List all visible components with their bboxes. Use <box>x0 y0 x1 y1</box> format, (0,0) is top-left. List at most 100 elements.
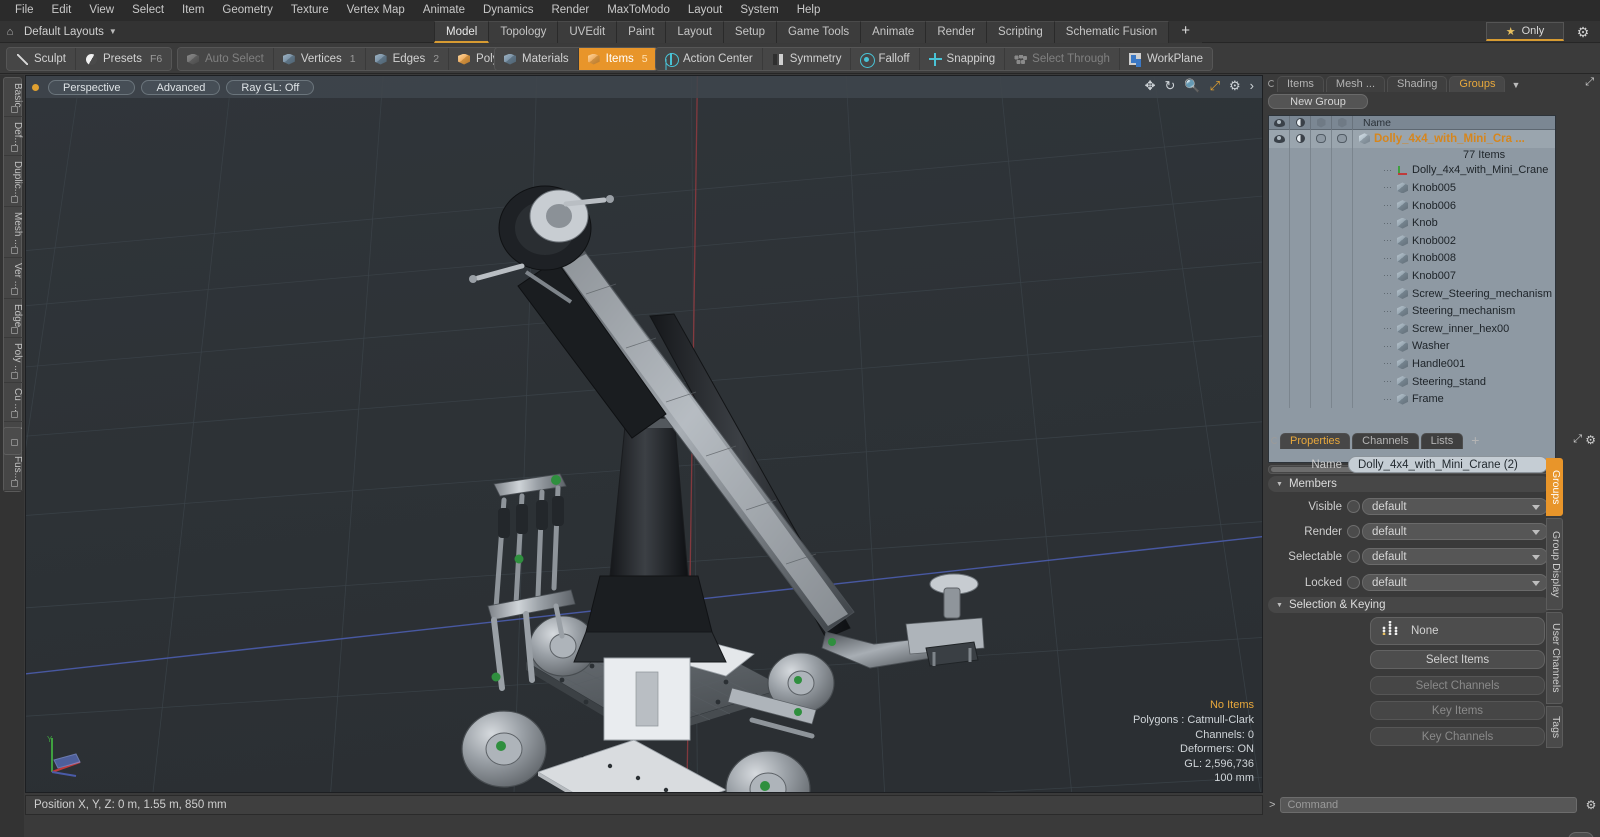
row-select-toggle[interactable] <box>1332 130 1353 148</box>
select-through-button[interactable]: Select Through <box>1005 48 1120 70</box>
group-row-selected[interactable]: Dolly_4x4_with_Mini_Cra ... <box>1269 130 1555 148</box>
sidebar-item-polygon[interactable]: Poly ... <box>4 338 23 384</box>
layout-name-label[interactable]: Default Layouts <box>20 26 104 38</box>
viewport-raygl-button[interactable]: Ray GL: Off <box>226 79 315 95</box>
viewport-canvas[interactable] <box>26 76 1262 792</box>
menu-item-select[interactable]: Select <box>123 0 173 21</box>
sidebar-item-mesh[interactable]: Mesh ... <box>4 207 23 259</box>
menu-item-item[interactable]: Item <box>173 0 213 21</box>
list-item[interactable]: ⋯ Steering_mechanism <box>1269 302 1555 320</box>
auto-select-button[interactable]: Auto Select <box>178 48 274 70</box>
fit-icon[interactable]: ⤢ <box>1210 79 1220 92</box>
menu-item-system[interactable]: System <box>731 0 787 21</box>
list-item[interactable]: ⋯ Knob002 <box>1269 231 1555 250</box>
materials-button[interactable]: Materials <box>495 48 579 70</box>
tab-model[interactable]: Model <box>434 21 490 43</box>
list-item[interactable]: ⋯ Screw_inner_hex00 <box>1269 319 1555 338</box>
command-input[interactable]: Command <box>1280 797 1577 813</box>
properties-expand-icon[interactable]: ⤢ <box>1573 433 1582 446</box>
zoom-icon[interactable]: 🔍 <box>1184 79 1200 92</box>
vertices-button[interactable]: Vertices 1 <box>273 48 366 70</box>
list-item[interactable]: ⋯ Steering_stand <box>1269 372 1555 391</box>
panel-menu-icon[interactable] <box>1265 75 1277 92</box>
render-knob[interactable] <box>1347 525 1360 538</box>
key-items-button[interactable]: Key Items <box>1370 701 1545 720</box>
sculpt-button[interactable]: Sculpt <box>7 48 76 70</box>
selection-mode-button[interactable]: None <box>1370 617 1545 645</box>
new-group-button[interactable]: New Group <box>1268 94 1368 109</box>
select-channels-button[interactable]: Select Channels <box>1370 676 1545 695</box>
settings-icon[interactable]: ⚙ <box>1229 79 1241 92</box>
falloff-button[interactable]: Falloff <box>851 48 920 70</box>
sidebar-item-edge[interactable]: Edge <box>4 299 23 338</box>
left-tool-extra-button[interactable] <box>3 427 22 455</box>
viewport-projection-button[interactable]: Perspective <box>48 79 136 95</box>
group-list[interactable]: Name Dolly_4x4_with_Mini_Cra ... 77 Item… <box>1268 115 1556 463</box>
action-center-button[interactable]: Action Center <box>656 48 763 70</box>
selection-keying-section-header[interactable]: ▼ Selection & Keying <box>1268 597 1550 613</box>
properties-menu-icon[interactable] <box>1268 432 1280 449</box>
command-gear-icon[interactable]: ⚙ <box>1582 798 1600 812</box>
menu-item-edit[interactable]: Edit <box>43 0 81 21</box>
menu-item-file[interactable]: File <box>6 0 43 21</box>
menu-item-dynamics[interactable]: Dynamics <box>474 0 542 21</box>
group-name-input[interactable]: Dolly_4x4_with_Mini_Crane (2) <box>1348 456 1548 473</box>
list-item[interactable]: ⋯ Knob008 <box>1269 249 1555 268</box>
add-properties-tab-button[interactable]: + <box>1465 433 1485 449</box>
tab-game-tools[interactable]: Game Tools <box>776 21 862 43</box>
chevron-down-icon[interactable]: ▼ <box>1507 80 1524 92</box>
chevron-down-icon[interactable]: ▼ <box>109 27 117 36</box>
row-shading-toggle[interactable] <box>1290 130 1311 148</box>
chevron-right-icon[interactable]: › <box>1250 79 1254 92</box>
more-options-button[interactable]: >> <box>1568 832 1594 837</box>
tab-topology[interactable]: Topology <box>489 21 559 43</box>
tab-shading[interactable]: Shading <box>1387 76 1448 92</box>
vtab-groups[interactable]: Groups <box>1546 458 1563 516</box>
workplane-button[interactable]: WorkPlane <box>1119 48 1212 70</box>
select-items-button[interactable]: Select Items <box>1370 650 1545 669</box>
menu-item-maxtomodo[interactable]: MaxToModo <box>598 0 679 21</box>
list-item[interactable]: ⋯ Knob007 <box>1269 267 1555 285</box>
sidebar-item-curve[interactable]: Cu ... <box>4 383 23 423</box>
menu-item-texture[interactable]: Texture <box>282 0 338 21</box>
list-item[interactable]: ⋯ Handle001 <box>1269 355 1555 373</box>
rotate-icon[interactable]: ↻ <box>1165 79 1176 92</box>
selectable-dropdown[interactable]: default <box>1362 548 1548 565</box>
tab-schematic-fusion[interactable]: Schematic Fusion <box>1054 21 1170 43</box>
tab-groups[interactable]: Groups <box>1449 76 1506 92</box>
menu-item-render[interactable]: Render <box>542 0 598 21</box>
viewport-3d[interactable]: Perspective Advanced Ray GL: Off ✥ ↻ 🔍 ⤢… <box>25 75 1263 793</box>
presets-button[interactable]: Presets F6 <box>75 48 172 70</box>
vtab-user-channels[interactable]: User Channels <box>1546 612 1563 704</box>
visible-knob[interactable] <box>1347 500 1360 513</box>
symmetry-button[interactable]: Symmetry <box>762 48 852 70</box>
list-item[interactable]: ⋯ Washer <box>1269 337 1555 356</box>
add-tab-button[interactable]: + <box>1169 21 1202 43</box>
row-render-toggle[interactable] <box>1311 130 1332 148</box>
locked-knob[interactable] <box>1347 576 1360 589</box>
snapping-button[interactable]: Snapping <box>919 48 1006 70</box>
home-icon[interactable]: ⌂ <box>0 26 20 38</box>
items-button[interactable]: Items 5 <box>578 48 657 70</box>
tab-uvedit[interactable]: UVEdit <box>558 21 618 43</box>
tab-setup[interactable]: Setup <box>723 21 777 43</box>
menu-item-vertex-map[interactable]: Vertex Map <box>338 0 414 21</box>
menu-item-view[interactable]: View <box>80 0 123 21</box>
sidebar-item-deform[interactable]: Def... <box>4 117 23 157</box>
properties-gear-icon[interactable]: ⚙ <box>1585 433 1596 447</box>
key-channels-button[interactable]: Key Channels <box>1370 727 1545 746</box>
tab-render[interactable]: Render <box>926 21 988 43</box>
menu-item-geometry[interactable]: Geometry <box>213 0 282 21</box>
gear-icon[interactable]: ⚙ <box>1572 22 1594 42</box>
tab-scripting[interactable]: Scripting <box>987 21 1055 43</box>
list-item[interactable]: ⋯ Knob005 <box>1269 179 1555 197</box>
list-item[interactable]: ⋯ Screw_Steering_mechanism <box>1269 284 1555 303</box>
list-item[interactable]: ⋯ Dolly_4x4_with_Mini_Crane <box>1269 161 1555 180</box>
tab-animate[interactable]: Animate <box>861 21 927 43</box>
vtab-group-display[interactable]: Group Display <box>1546 518 1563 610</box>
tab-lists[interactable]: Lists <box>1420 433 1464 449</box>
menu-item-help[interactable]: Help <box>788 0 830 21</box>
sidebar-item-vertex[interactable]: Ver ... <box>4 258 23 300</box>
tab-items[interactable]: Items <box>1277 76 1324 92</box>
only-toggle-button[interactable]: ★ Only <box>1486 22 1564 41</box>
